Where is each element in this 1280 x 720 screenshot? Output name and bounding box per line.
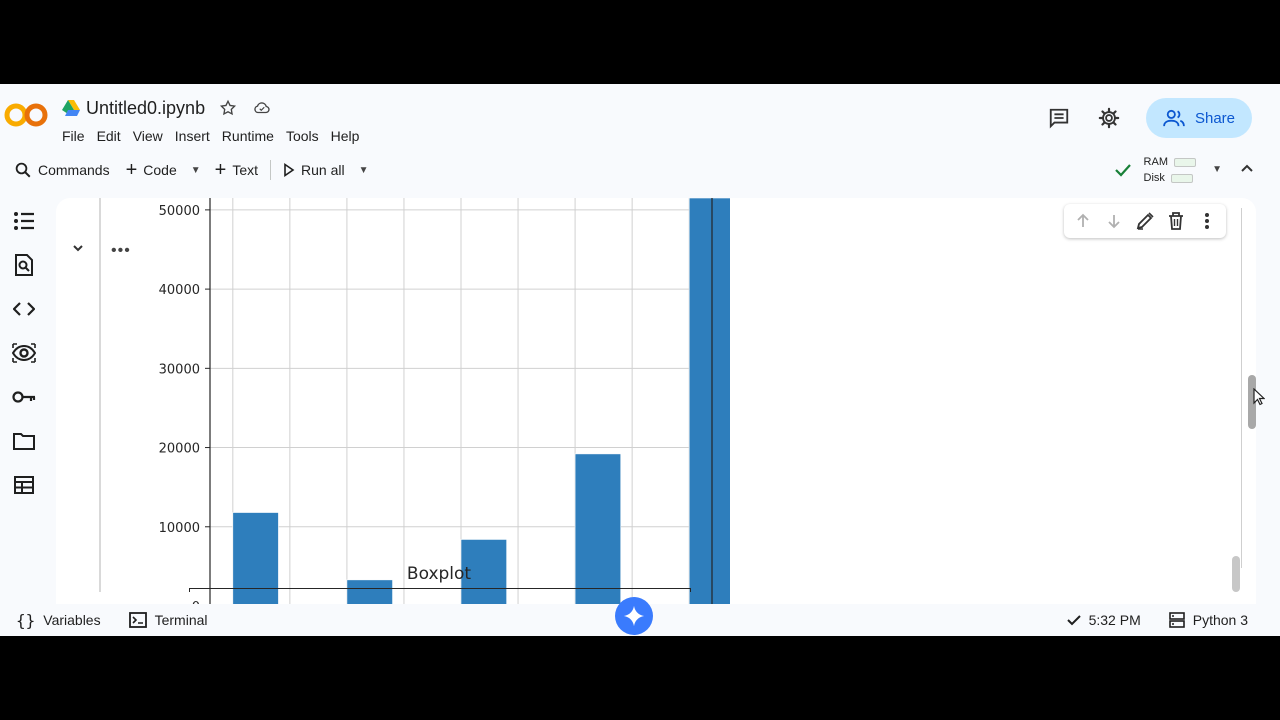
menu-view[interactable]: View (127, 126, 169, 146)
left-side-rail (0, 208, 48, 498)
status-right: 5:32 PM Python 3 (1066, 612, 1248, 628)
output-scrollbar-thumb[interactable] (1232, 556, 1240, 592)
star-icon[interactable] (217, 97, 239, 119)
add-text-button[interactable]: + Text (207, 154, 266, 186)
menu-edit[interactable]: Edit (91, 126, 127, 146)
kernel-name: Python 3 (1192, 612, 1248, 628)
variables-button[interactable]: {} Variables (16, 611, 101, 630)
people-icon (1163, 109, 1185, 127)
share-button[interactable]: Share (1146, 98, 1252, 138)
ram-meter (1174, 157, 1196, 167)
files-folder-icon[interactable] (11, 428, 37, 454)
commands-button[interactable]: Commands (6, 154, 118, 186)
add-code-button[interactable]: + Code (118, 154, 185, 186)
edit-pencil-icon[interactable] (1134, 210, 1156, 232)
menu-runtime[interactable]: Runtime (216, 126, 280, 146)
ram-label: RAM (1143, 156, 1168, 168)
mouse-cursor-icon (1253, 388, 1265, 406)
find-replace-icon[interactable] (11, 252, 37, 278)
braces-icon: {} (16, 610, 36, 630)
code-dropdown-chevron-icon[interactable]: ▼ (185, 165, 207, 176)
comments-icon[interactable] (1046, 105, 1072, 131)
check-icon (1066, 615, 1081, 626)
colab-window: Untitled0.ipynb File Edit View Insert Ru… (0, 84, 1280, 636)
y-tick-label: 40000 (159, 283, 200, 298)
boxplot-title: Boxplot (406, 564, 472, 584)
play-icon (284, 163, 295, 177)
menu-insert[interactable]: Insert (169, 126, 216, 146)
kernel-status[interactable]: Python 3 (1168, 612, 1248, 628)
move-cell-up-arrow-icon[interactable] (1072, 210, 1094, 232)
menu-bar: File Edit View Insert Runtime Tools Help (56, 126, 365, 146)
cloud-saved-icon[interactable] (251, 97, 273, 119)
menu-file[interactable]: File (56, 126, 91, 146)
move-cell-down-arrow-icon[interactable] (1103, 210, 1125, 232)
toolbar-divider (270, 160, 272, 180)
boxplot-frame-top (189, 588, 691, 592)
terminal-icon (128, 612, 147, 628)
histogram-bar (574, 453, 622, 607)
settings-gear-icon[interactable] (1096, 105, 1122, 131)
variables-inspector-eye-icon[interactable] (11, 340, 37, 366)
colab-logo[interactable] (4, 100, 48, 130)
disk-label: Disk (1143, 172, 1165, 184)
cell-toolbar (1064, 204, 1226, 238)
y-tick-label: 30000 (159, 362, 200, 377)
last-run-time: 5:32 PM (1088, 612, 1141, 628)
histogram-output: 1.01.52.02.53.03.54.04.55.00100002000030… (140, 198, 730, 618)
notebook-title-row: Untitled0.ipynb (62, 96, 273, 120)
plus-icon: + (214, 159, 227, 181)
disk-meter (1170, 173, 1193, 183)
menu-help[interactable]: Help (325, 126, 366, 146)
table-of-contents-icon[interactable] (11, 208, 37, 234)
data-table-icon[interactable] (11, 472, 37, 498)
connected-check-icon (1114, 164, 1131, 177)
plus-icon: + (125, 159, 138, 181)
google-drive-icon (62, 100, 80, 116)
resource-monitor[interactable]: RAM Disk (1114, 154, 1196, 186)
gemini-assistant-button[interactable] (615, 597, 653, 635)
execution-status[interactable]: 5:32 PM (1066, 612, 1141, 628)
menu-tools[interactable]: Tools (280, 126, 325, 146)
y-tick-label: 20000 (159, 442, 200, 457)
server-icon (1168, 612, 1185, 628)
y-tick-label: 10000 (159, 521, 200, 536)
output-scroll-track (1241, 208, 1242, 568)
histogram-bar (688, 198, 730, 607)
run-all-dropdown-chevron-icon[interactable]: ▼ (353, 165, 375, 176)
collapse-header-chevron-up-icon[interactable] (1240, 160, 1254, 176)
header-actions: Share (1046, 98, 1252, 138)
collapse-output-chevron-icon[interactable] (70, 240, 86, 256)
gemini-sparkle-icon (623, 605, 645, 627)
search-icon (15, 162, 31, 178)
cell-focus-line (99, 198, 101, 592)
share-label: Share (1194, 109, 1236, 127)
output-more-options-icon[interactable]: ••• (111, 242, 131, 260)
notebook-toolbar: Commands + Code ▼ + Text Run all ▼ (0, 152, 1280, 188)
delete-trash-icon[interactable] (1165, 210, 1187, 232)
run-all-button[interactable]: Run all (275, 154, 353, 186)
terminal-button[interactable]: Terminal (128, 612, 208, 628)
histogram-chart-svg: 1.01.52.02.53.03.54.04.55.00100002000030… (159, 198, 730, 618)
code-snippets-icon[interactable] (11, 296, 37, 322)
more-vert-icon[interactable] (1196, 210, 1218, 232)
notebook-title[interactable]: Untitled0.ipynb (86, 98, 205, 119)
resources-chevron-down-icon[interactable]: ▼ (1212, 164, 1222, 175)
secrets-key-icon[interactable] (11, 384, 37, 410)
y-tick-label: 50000 (159, 204, 200, 219)
